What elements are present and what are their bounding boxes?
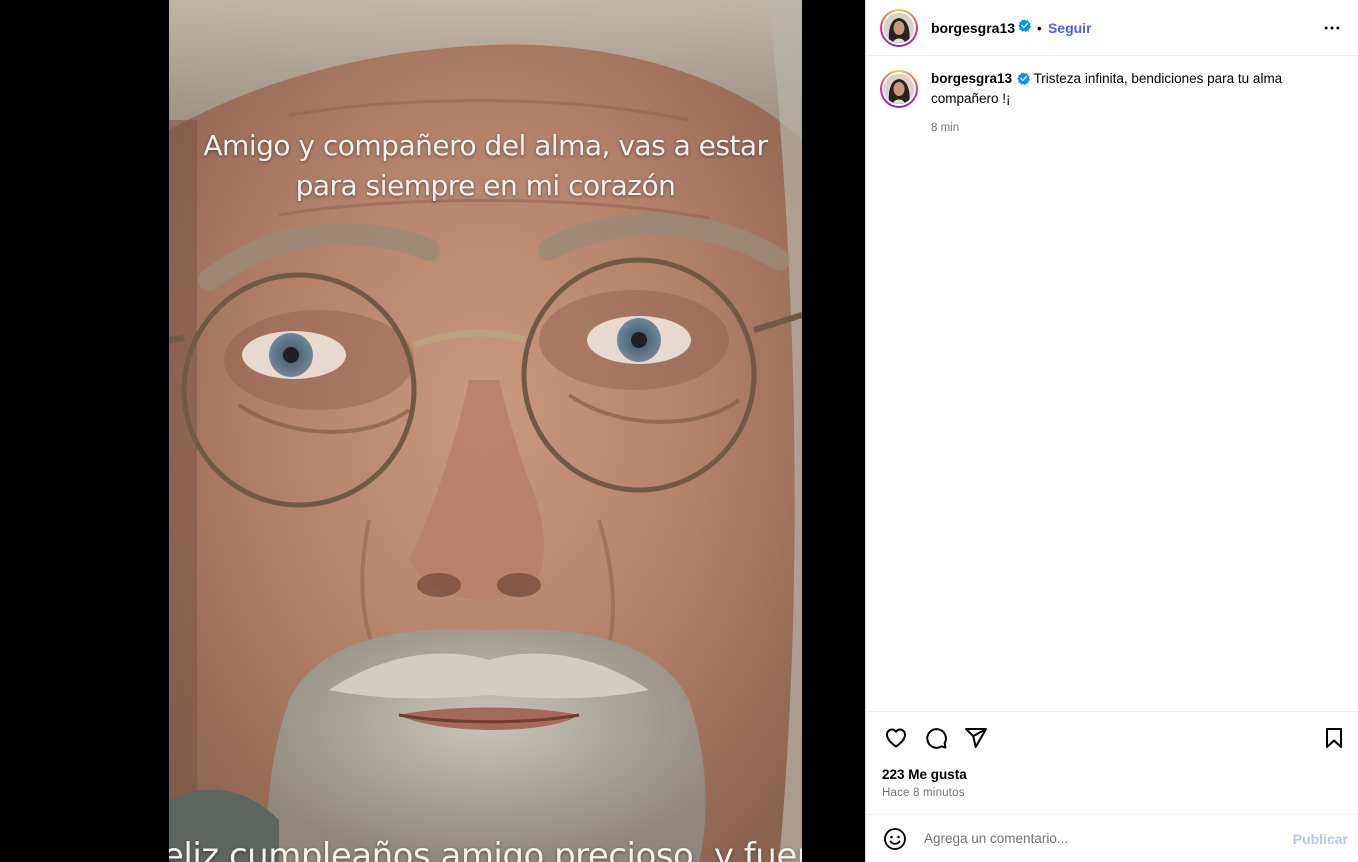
action-icon-row bbox=[882, 712, 1348, 764]
instagram-post-page: Amigo y compañero del alma, vas a estar … bbox=[0, 0, 1358, 862]
caption-timestamp[interactable]: 8 min bbox=[931, 122, 1311, 134]
media-column: Amigo y compañero del alma, vas a estar … bbox=[0, 0, 865, 862]
avatar-icon bbox=[884, 12, 914, 43]
avatar-icon bbox=[884, 74, 914, 104]
verified-badge-icon bbox=[1017, 72, 1031, 90]
avatar-image bbox=[884, 12, 914, 43]
caption-body: borgesgra13 Tristeza infinita, bendicion… bbox=[931, 70, 1311, 134]
verified-badge-icon bbox=[1018, 18, 1032, 37]
follow-button[interactable]: Seguir bbox=[1048, 20, 1092, 36]
post-details-panel: borgesgra13 • Seguir borgesgra13 Tristez… bbox=[865, 0, 1358, 862]
post-timestamp[interactable]: Hace 8 minutos bbox=[882, 787, 1348, 799]
caption-avatar[interactable] bbox=[880, 70, 918, 108]
story-caption-overlay: Amigo y compañero del alma, vas a estar … bbox=[169, 126, 802, 206]
caption-item: borgesgra13 Tristeza infinita, bendicion… bbox=[880, 70, 1344, 134]
overlay-line-1: Amigo y compañero del alma, vas a estar bbox=[203, 129, 768, 162]
more-options-icon[interactable] bbox=[1320, 16, 1344, 40]
post-photo[interactable]: Amigo y compañero del alma, vas a estar … bbox=[169, 0, 802, 862]
avatar-border bbox=[882, 10, 916, 45]
emoji-icon[interactable] bbox=[882, 826, 908, 852]
caption-text-block: borgesgra13 Tristeza infinita, bendicion… bbox=[931, 70, 1311, 108]
post-actions: 223 Me gusta Hace 8 minutos bbox=[866, 711, 1358, 814]
add-comment-bar: Publicar bbox=[866, 814, 1358, 862]
comment-input[interactable] bbox=[922, 830, 1293, 847]
avatar-border bbox=[882, 72, 916, 106]
post-header: borgesgra13 • Seguir bbox=[866, 0, 1358, 56]
avatar-image bbox=[884, 74, 914, 104]
header-username[interactable]: borgesgra13 bbox=[931, 20, 1015, 36]
publish-button[interactable]: Publicar bbox=[1293, 831, 1348, 847]
story-bottom-overlay: eliz cumpleaños amigo precioso, y fuerza… bbox=[169, 836, 802, 862]
overlay-line-2: para siempre en mi corazón bbox=[295, 169, 676, 202]
likes-count[interactable]: 223 Me gusta bbox=[882, 767, 1348, 782]
bookmark-icon[interactable] bbox=[1320, 724, 1348, 752]
header-avatar[interactable] bbox=[880, 8, 918, 47]
heart-icon[interactable] bbox=[882, 724, 910, 752]
comment-icon[interactable] bbox=[922, 724, 950, 752]
comments-section: borgesgra13 Tristeza infinita, bendicion… bbox=[866, 56, 1358, 711]
header-separator: • bbox=[1037, 19, 1042, 36]
share-icon[interactable] bbox=[962, 724, 990, 752]
caption-username[interactable]: borgesgra13 bbox=[931, 71, 1012, 86]
